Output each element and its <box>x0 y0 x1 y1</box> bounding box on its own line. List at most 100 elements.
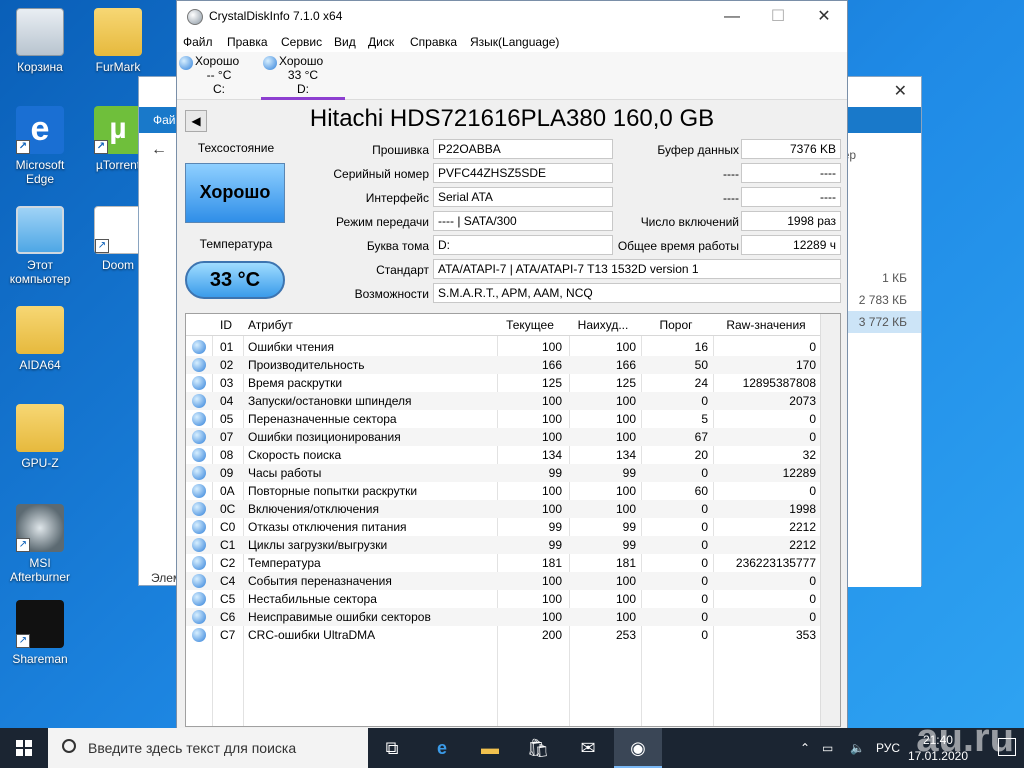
menu-service[interactable]: Сервис <box>281 35 322 49</box>
table-row[interactable]: C0 Отказы отключения питания 99 99 0 2212 <box>186 518 820 536</box>
desktop-icon-gpuz[interactable]: GPU-Z <box>2 404 78 470</box>
table-row[interactable]: 0A Повторные попытки раскрутки 100 100 60 0 <box>186 482 820 500</box>
title-bar[interactable]: CrystalDiskInfo 7.1.0 x64 — ☐ ✕ <box>177 1 847 32</box>
attr-raw: 0 <box>809 430 816 444</box>
table-row[interactable]: C4 События переназначения 100 100 0 0 <box>186 572 820 590</box>
desktop-icon-shareman[interactable]: ↗ Shareman <box>2 600 78 666</box>
recycle-bin-icon <box>16 8 64 56</box>
attr-raw: 12289 <box>782 466 816 480</box>
status-dot-icon <box>192 448 206 462</box>
start-button[interactable] <box>0 728 48 768</box>
col-raw[interactable]: Raw-значения <box>716 314 816 336</box>
col-id[interactable]: ID <box>220 314 232 336</box>
table-row[interactable]: 09 Часы работы 99 99 0 12289 <box>186 464 820 482</box>
menu-view[interactable]: Вид <box>334 35 356 49</box>
menu-file[interactable]: Файл <box>183 35 213 49</box>
attr-worst: 166 <box>615 358 636 372</box>
health-status-button[interactable]: Хорошо <box>185 163 285 223</box>
desktop-icon-aida64[interactable]: AIDA64 <box>2 306 78 372</box>
menu-help[interactable]: Справка <box>410 35 457 49</box>
desktop-icon-furmark[interactable]: FurMark <box>80 8 156 74</box>
smart-table[interactable]: ID Атрибут Текущее Наихуд... Порог Raw-з… <box>185 313 841 727</box>
desktop-icon-recycle-bin[interactable]: Корзина <box>2 8 78 74</box>
attr-worst: 134 <box>615 448 636 462</box>
col-current[interactable]: Текущее <box>498 314 562 336</box>
table-row[interactable]: C5 Нестабильные сектора 100 100 0 0 <box>186 590 820 608</box>
drive-letter: C: <box>213 82 225 96</box>
language-indicator[interactable]: РУС <box>876 728 900 768</box>
status-dot-icon <box>192 628 206 642</box>
crystaldiskinfo-window[interactable]: CrystalDiskInfo 7.1.0 x64 — ☐ ✕ Файл Пра… <box>176 0 848 730</box>
volume-icon[interactable]: 🔈 <box>850 728 865 768</box>
desktop-icon-this-pc[interactable]: Этот компьютер <box>2 206 78 286</box>
table-row[interactable]: C6 Неисправимые ошибки секторов 100 100 0 0 <box>186 608 820 626</box>
status-dot-icon <box>192 394 206 408</box>
mail-icon[interactable]: ✉ <box>564 728 612 768</box>
col-worst[interactable]: Наихуд... <box>570 314 636 336</box>
table-row[interactable]: 0C Включения/отключения 100 100 0 1998 <box>186 500 820 518</box>
status-dot-icon <box>192 430 206 444</box>
ribbon-tab-file[interactable]: Фай <box>153 113 176 127</box>
back-arrow-icon[interactable]: ← <box>151 141 167 159</box>
table-row[interactable]: 03 Время раскрутки 125 125 24 12895387808 <box>186 374 820 392</box>
desktop-icon-msi-afterburner[interactable]: ↗ MSI Afterburner <box>2 504 78 584</box>
status-dot-icon <box>192 484 206 498</box>
table-row[interactable]: 05 Переназначенные сектора 100 100 5 0 <box>186 410 820 428</box>
menu-language[interactable]: Язык(Language) <box>470 35 559 49</box>
table-row[interactable]: 04 Запуски/остановки шпинделя 100 100 0 2073 <box>186 392 820 410</box>
network-icon[interactable]: ▭ <box>822 728 833 768</box>
attr-worst: 253 <box>615 628 636 642</box>
transfer-mode-value: ---- | SATA/300 <box>433 211 613 231</box>
close-button[interactable]: ✕ <box>801 1 847 32</box>
table-row[interactable]: C2 Температура 181 181 0 236223135777 <box>186 554 820 572</box>
file-explorer-icon[interactable]: ▬ <box>466 728 514 768</box>
table-row[interactable]: 07 Ошибки позиционирования 100 100 67 0 <box>186 428 820 446</box>
close-icon[interactable]: ✕ <box>894 81 907 101</box>
table-row[interactable]: 01 Ошибки чтения 100 100 16 0 <box>186 338 820 356</box>
taskbar-search[interactable]: Введите здесь текст для поиска <box>48 728 368 768</box>
unknown-value-2: ---- <box>741 187 841 207</box>
table-row[interactable]: C1 Циклы загрузки/выгрузки 99 99 0 2212 <box>186 536 820 554</box>
search-placeholder: Введите здесь текст для поиска <box>88 740 297 756</box>
vertical-scrollbar[interactable] <box>820 314 840 726</box>
attr-name: Производительность <box>248 358 365 372</box>
attr-threshold: 0 <box>701 592 708 606</box>
chevron-up-icon[interactable]: ⌃ <box>800 728 810 768</box>
attr-worst: 100 <box>615 574 636 588</box>
table-row[interactable]: C7 CRC-ошибки UltraDMA 200 253 0 353 <box>186 626 820 644</box>
attr-raw: 12895387808 <box>742 376 816 390</box>
attr-id: 01 <box>220 340 234 354</box>
attr-current: 99 <box>548 466 562 480</box>
attr-raw: 0 <box>809 610 816 624</box>
col-attribute[interactable]: Атрибут <box>248 314 293 336</box>
unknown-label-1: ---- <box>723 167 739 181</box>
store-icon[interactable]: 🛍 <box>514 728 562 768</box>
drive-tab-c[interactable]: Хорошо -- °C C: <box>177 54 261 100</box>
minimize-button[interactable]: — <box>709 1 755 32</box>
attr-current: 100 <box>541 412 562 426</box>
unknown-value-1: ---- <box>741 163 841 183</box>
task-view-icon[interactable]: ⧉ <box>368 728 416 768</box>
attr-current: 100 <box>541 394 562 408</box>
menu-edit[interactable]: Правка <box>227 35 268 49</box>
attr-raw: 170 <box>795 358 816 372</box>
drive-tab-d[interactable]: Хорошо 33 °C D: <box>261 54 345 100</box>
folder-icon <box>16 306 64 354</box>
menu-disk[interactable]: Диск <box>368 35 394 49</box>
power-count-value: 1998 раз <box>741 211 841 231</box>
table-row[interactable]: 08 Скорость поиска 134 134 20 32 <box>186 446 820 464</box>
attr-raw: 0 <box>809 574 816 588</box>
maximize-button[interactable]: ☐ <box>755 1 801 32</box>
edge-taskbar-icon[interactable]: e <box>418 728 466 768</box>
col-threshold[interactable]: Порог <box>644 314 708 336</box>
attr-worst: 100 <box>615 484 636 498</box>
desktop-icon-edge[interactable]: e ↗ Microsoft Edge <box>2 106 78 186</box>
standard-value: ATA/ATAPI-7 | ATA/ATAPI-7 T13 1532D vers… <box>433 259 841 279</box>
crystaldiskinfo-taskbar-icon[interactable]: ◉ <box>614 728 662 768</box>
desktop-icon-label: GPU-Z <box>21 456 59 470</box>
table-row[interactable]: 02 Производительность 166 166 50 170 <box>186 356 820 374</box>
attr-worst: 99 <box>622 538 636 552</box>
attr-raw: 0 <box>809 484 816 498</box>
status-dot-icon <box>192 610 206 624</box>
attr-id: 0C <box>220 502 236 516</box>
